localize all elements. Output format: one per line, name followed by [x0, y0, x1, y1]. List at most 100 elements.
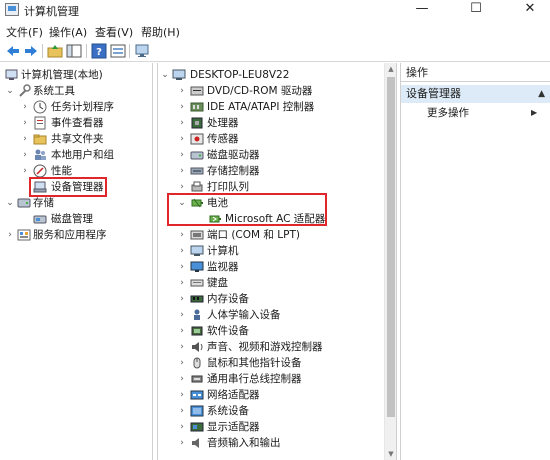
device-category-item[interactable]: › 传感器 [158, 131, 383, 147]
toolbar-separator [129, 44, 130, 58]
chevron-down-icon[interactable]: ⌄ [177, 195, 187, 211]
chevron-right-icon[interactable]: › [177, 83, 187, 99]
device-category-item[interactable]: › 显示适配器 [158, 419, 383, 435]
hid-icon [190, 308, 204, 322]
chevron-right-icon[interactable]: › [177, 355, 187, 371]
device-category-item[interactable]: › 存储控制器 [158, 163, 383, 179]
device-category-item[interactable]: › 软件设备 [158, 323, 383, 339]
device-category-item[interactable]: › DVD/CD-ROM 驱动器 [158, 83, 383, 99]
device-category-item[interactable]: › 鼠标和其他指针设备 [158, 355, 383, 371]
audio-io-icon [190, 436, 204, 450]
software-device-icon [190, 324, 204, 338]
minimize-button[interactable]: — [404, 0, 440, 20]
console-tree-pane: 计算机管理(本地) ⌄ 系统工具 › 任务计划程序 › 事件查看器 › 共享文件… [0, 63, 153, 460]
tree-item-shared-folders[interactable]: › 共享文件夹 [0, 131, 150, 147]
device-category-item[interactable]: › 声音、视频和游戏控制器 [158, 339, 383, 355]
close-button[interactable]: ✕ [512, 0, 548, 20]
chevron-right-icon[interactable]: › [177, 163, 187, 179]
chevron-right-icon[interactable]: › [177, 147, 187, 163]
device-category-item[interactable]: › 通用串行总线控制器 [158, 371, 383, 387]
chevron-right-icon[interactable]: › [177, 403, 187, 419]
device-category-item[interactable]: › 端口 (COM 和 LPT) [158, 227, 383, 243]
tree-item-disk-management[interactable]: 磁盘管理 [0, 211, 150, 227]
menu-action[interactable]: 操作(A) [49, 24, 87, 40]
chevron-right-icon[interactable]: › [5, 227, 15, 243]
device-tree-scrollbar[interactable]: ▲ ▼ [384, 63, 396, 460]
show-hide-tree-icon[interactable] [66, 43, 82, 59]
device-category-item[interactable]: › 内存设备 [158, 291, 383, 307]
chevron-right-icon[interactable]: › [177, 179, 187, 195]
device-category-label: 软件设备 [207, 325, 249, 337]
device-category-label: 音频输入和输出 [207, 437, 281, 449]
tree-item-task-scheduler[interactable]: › 任务计划程序 [0, 99, 150, 115]
chevron-right-icon[interactable]: › [177, 243, 187, 259]
chevron-right-icon[interactable]: › [177, 371, 187, 387]
chevron-right-icon[interactable]: › [20, 115, 30, 131]
tree-item-services-apps[interactable]: › 服务和应用程序 [0, 227, 150, 243]
chevron-right-icon[interactable]: › [177, 275, 187, 291]
chevron-right-icon[interactable]: › [177, 419, 187, 435]
scrollbar-thumb[interactable] [387, 77, 395, 417]
more-actions-item[interactable]: 更多操作 ▶ [427, 105, 537, 121]
device-category-item[interactable]: Microsoft AC 适配器 [158, 211, 383, 227]
up-folder-icon[interactable] [47, 43, 63, 59]
device-category-item[interactable]: › 网络适配器 [158, 387, 383, 403]
device-category-item[interactable]: › 人体学输入设备 [158, 307, 383, 323]
chevron-down-icon[interactable]: ⌄ [5, 83, 15, 99]
device-category-label: 端口 (COM 和 LPT) [207, 229, 300, 241]
chevron-right-icon[interactable]: › [177, 131, 187, 147]
device-category-item[interactable]: › 处理器 [158, 115, 383, 131]
device-category-item[interactable]: › 计算机 [158, 243, 383, 259]
scroll-down-arrow-icon[interactable]: ▼ [385, 448, 396, 460]
collapse-caret-icon[interactable]: ▲ [538, 85, 545, 103]
chevron-right-icon[interactable]: › [177, 339, 187, 355]
chevron-right-icon[interactable]: › [177, 435, 187, 451]
actions-section-device-manager[interactable]: 设备管理器 ▲ [401, 85, 550, 103]
device-category-item[interactable]: › 音频输入和输出 [158, 435, 383, 451]
chevron-right-icon[interactable]: › [177, 227, 187, 243]
device-category-item[interactable]: › 打印队列 [158, 179, 383, 195]
device-tree-root[interactable]: ⌄ DESKTOP-LEU8V22 [158, 67, 383, 83]
mouse-icon [190, 356, 204, 370]
device-category-item[interactable]: › IDE ATA/ATAPI 控制器 [158, 99, 383, 115]
chevron-right-icon[interactable]: › [177, 99, 187, 115]
device-category-item[interactable]: › 监视器 [158, 259, 383, 275]
chevron-right-icon[interactable]: › [177, 259, 187, 275]
title-bar: 计算机管理 — ☐ ✕ [0, 0, 550, 20]
device-category-item[interactable]: ⌄ 电池 [158, 195, 383, 211]
menu-view[interactable]: 查看(V) [95, 24, 133, 40]
forward-arrow-icon[interactable] [23, 43, 39, 59]
help-icon[interactable]: ? [91, 43, 107, 59]
chevron-down-icon[interactable]: ⌄ [160, 67, 170, 83]
chevron-right-icon[interactable]: › [20, 99, 30, 115]
device-category-item[interactable]: › 键盘 [158, 275, 383, 291]
menu-file[interactable]: 文件(F) [6, 24, 43, 40]
chevron-right-icon[interactable]: › [20, 131, 30, 147]
tree-item-performance[interactable]: › 性能 [0, 163, 150, 179]
device-category-item[interactable]: › 磁盘驱动器 [158, 147, 383, 163]
tree-item-computer-management[interactable]: 计算机管理(本地) [0, 67, 150, 83]
chevron-down-icon[interactable]: ⌄ [5, 195, 15, 211]
monitor-view-icon[interactable] [134, 43, 150, 59]
properties-icon[interactable] [110, 43, 126, 59]
tree-item-system-tools[interactable]: ⌄ 系统工具 [0, 83, 150, 99]
chevron-right-icon[interactable]: › [20, 163, 30, 179]
chevron-right-icon[interactable]: › [177, 291, 187, 307]
maximize-button[interactable]: ☐ [458, 0, 494, 20]
device-category-label: Microsoft AC 适配器 [225, 213, 326, 225]
scroll-up-arrow-icon[interactable]: ▲ [385, 63, 396, 75]
device-category-item[interactable]: › 系统设备 [158, 403, 383, 419]
tree-item-local-users[interactable]: › 本地用户和组 [0, 147, 150, 163]
chevron-right-icon[interactable]: › [20, 147, 30, 163]
chevron-right-icon[interactable]: › [177, 115, 187, 131]
chevron-right-icon[interactable]: › [177, 387, 187, 403]
task-scheduler-icon [33, 100, 47, 114]
network-adapter-icon [190, 388, 204, 402]
tree-item-device-manager[interactable]: 设备管理器 [0, 179, 150, 195]
menu-help[interactable]: 帮助(H) [141, 24, 180, 40]
chevron-right-icon[interactable]: › [177, 307, 187, 323]
back-arrow-icon[interactable] [5, 43, 21, 59]
chevron-right-icon[interactable]: › [177, 323, 187, 339]
tree-item-storage[interactable]: ⌄ 存储 [0, 195, 150, 211]
tree-item-event-viewer[interactable]: › 事件查看器 [0, 115, 150, 131]
